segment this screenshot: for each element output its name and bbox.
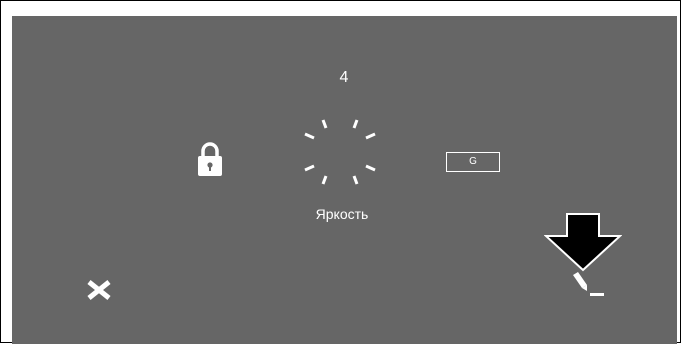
brightness-label: Яркость xyxy=(315,206,369,222)
device-screen: 4 Яркость G xyxy=(12,16,677,344)
down-arrow-icon xyxy=(544,213,622,272)
pen-icon[interactable] xyxy=(567,269,607,303)
window-frame: 4 Яркость G xyxy=(0,0,681,344)
g-button[interactable]: G xyxy=(446,152,500,172)
close-icon[interactable] xyxy=(85,278,113,302)
brightness-level-value: 4 xyxy=(339,69,349,86)
lock-icon[interactable] xyxy=(193,141,227,177)
brightness-sun-icon xyxy=(304,119,376,185)
